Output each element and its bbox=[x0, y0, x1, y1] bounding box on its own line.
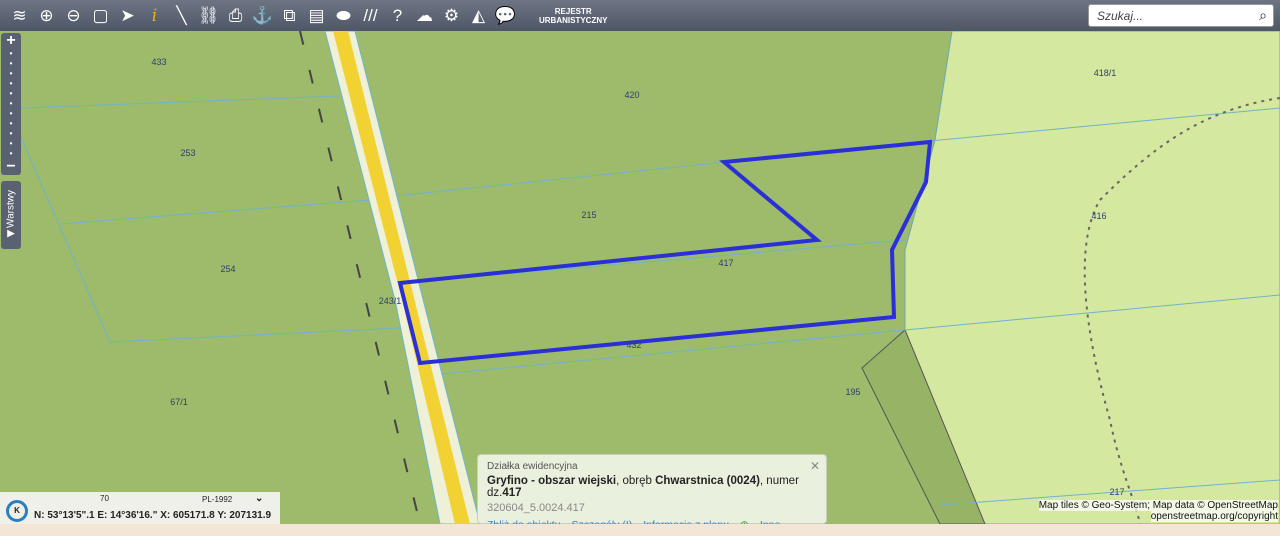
settings-icon[interactable]: ⚙ bbox=[438, 2, 465, 29]
close-icon[interactable]: ✕ bbox=[810, 459, 820, 473]
parcel-id: 320604_5.0024.417 bbox=[487, 502, 585, 514]
map-attribution: Map tiles © Geo-System; Map data © OpenS… bbox=[1038, 500, 1278, 522]
cloud-upload-icon[interactable]: ☁ bbox=[411, 2, 438, 29]
parcel-label: 418/1 bbox=[1094, 68, 1117, 78]
layers-panel-toggle[interactable]: ◀ Warstwy bbox=[1, 181, 21, 249]
parcel-label: 195 bbox=[845, 387, 860, 397]
bottom-strip bbox=[0, 524, 1280, 536]
parcel-label: 254 bbox=[220, 264, 235, 274]
full-extent-icon[interactable]: ▢ bbox=[87, 2, 114, 29]
parcel-label: 432 bbox=[626, 340, 641, 350]
parcel-label: 420 bbox=[624, 90, 639, 100]
zoom-out-button[interactable]: − bbox=[1, 159, 21, 175]
help-icon[interactable]: ? bbox=[384, 2, 411, 29]
hatch-icon[interactable]: /// bbox=[357, 2, 384, 29]
copy-icon[interactable]: ⧉ bbox=[276, 2, 303, 29]
info-icon[interactable]: i bbox=[141, 2, 168, 29]
zoom-in-button[interactable]: + bbox=[1, 33, 21, 49]
parcel-label: 215 bbox=[581, 210, 596, 220]
link-icon[interactable]: ⛓ bbox=[195, 2, 222, 29]
scale-label: 70 bbox=[100, 494, 109, 503]
map-canvas[interactable]: 433 420 418/1 253 215 416 254 417 243/1 … bbox=[0, 30, 1280, 525]
select-arrow-icon[interactable]: ➤ bbox=[114, 2, 141, 29]
compass-logo-icon: K bbox=[6, 500, 28, 522]
parcel-label: 67/1 bbox=[170, 397, 188, 407]
shape-icon[interactable]: ⬬ bbox=[330, 2, 357, 29]
parcel-label: 217 bbox=[1109, 487, 1124, 497]
search-input[interactable]: Szukaj... ⌕ bbox=[1088, 4, 1274, 27]
parcel-label: 433 bbox=[151, 57, 166, 67]
parcel-label: 253 bbox=[180, 148, 195, 158]
parcel-label: 243/1 bbox=[379, 296, 402, 306]
layout-icon[interactable]: ▤ bbox=[303, 2, 330, 29]
chevron-down-icon[interactable]: ⌄ bbox=[255, 493, 263, 504]
zoom-in-icon[interactable]: ⊕ bbox=[33, 2, 60, 29]
rejestr-urbanistyczny-button[interactable]: REJESTR URBANISTYCZNY bbox=[539, 7, 607, 25]
zoom-out-icon[interactable]: ⊖ bbox=[60, 2, 87, 29]
print-icon[interactable]: ⎙ bbox=[222, 2, 249, 29]
coordinate-system-select[interactable]: PL-1992 bbox=[202, 495, 232, 504]
layers-icon[interactable]: ≋ bbox=[6, 2, 33, 29]
measure-icon[interactable]: ╲ bbox=[168, 2, 195, 29]
popup-title: Działka ewidencyjna bbox=[487, 461, 578, 472]
download-icon[interactable]: ⚓ bbox=[249, 2, 276, 29]
parcel-label: 416 bbox=[1091, 211, 1106, 221]
zoom-slider[interactable]: + • • • • • • • • • • • − bbox=[1, 33, 21, 175]
triangle-icon[interactable]: ◭ bbox=[465, 2, 492, 29]
user-chat-icon[interactable]: 💬 bbox=[492, 2, 519, 29]
search-icon[interactable]: ⌕ bbox=[1259, 7, 1267, 24]
coordinates-panel: K 70 PL-1992 ⌄ N: 53°13'5".1 E: 14°36'16… bbox=[0, 492, 280, 524]
parcel-info-popup: ✕ Działka ewidencyjna Gryfino - obszar w… bbox=[477, 454, 827, 531]
parcel-label: 417 bbox=[718, 258, 733, 268]
